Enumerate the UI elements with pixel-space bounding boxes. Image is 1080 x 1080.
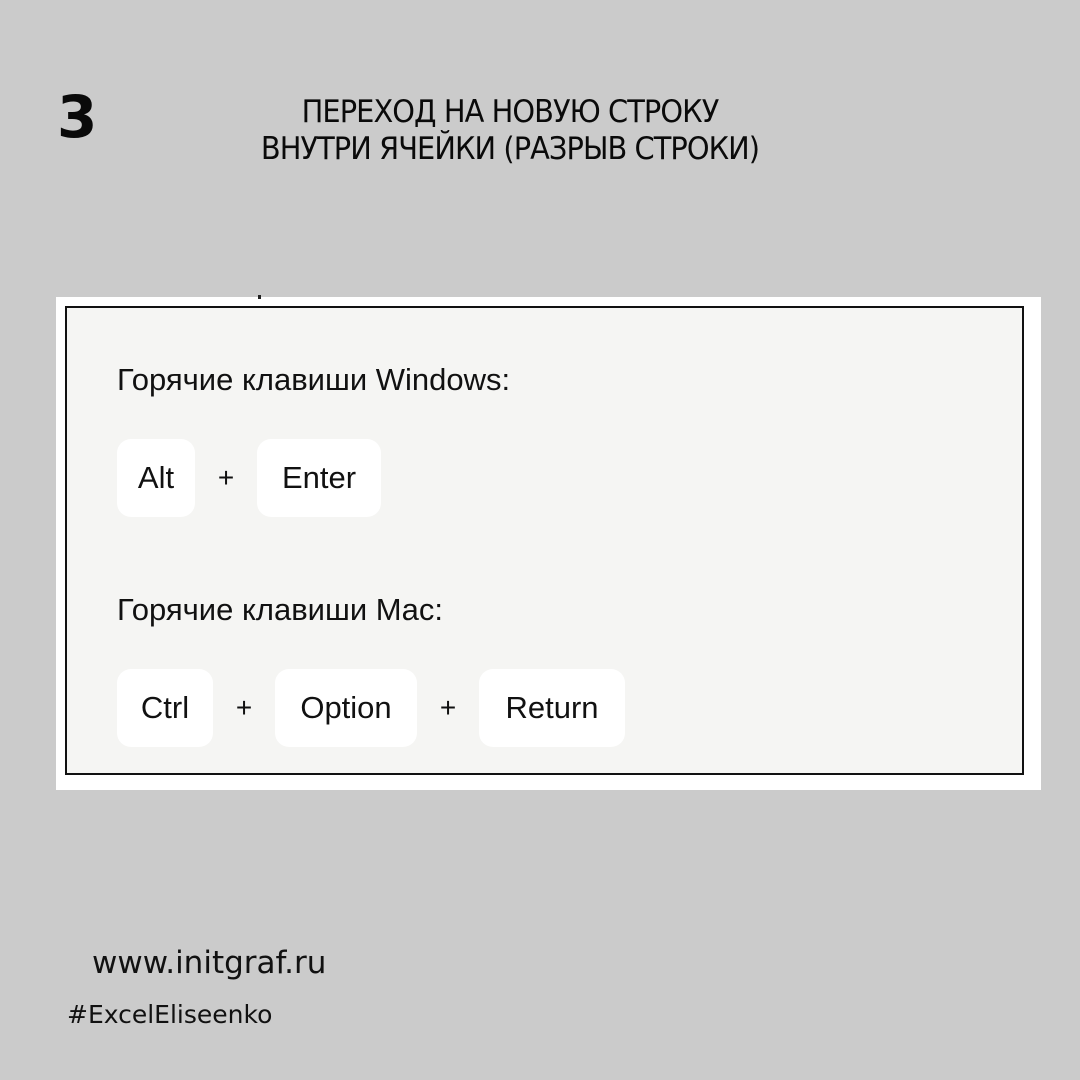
shortcut-panel: Горячие клавиши Windows: Alt + Enter Гор… (65, 306, 1024, 775)
key-option: Option (275, 669, 417, 747)
hashtag: #ExcelEliseenko (67, 1000, 273, 1029)
key-ctrl: Ctrl (117, 669, 213, 747)
title-line-2: ВНУТРИ ЯЧЕЙКИ (РАЗРЫВ СТРОКИ) (260, 131, 760, 167)
mac-heading: Горячие клавиши Mac: (117, 592, 443, 627)
shortcut-card: Горячие клавиши Windows: Alt + Enter Гор… (56, 295, 1041, 790)
windows-shortcut: Alt + Enter (117, 439, 381, 517)
key-enter: Enter (257, 439, 381, 517)
mac-shortcut: Ctrl + Option + Return (117, 669, 625, 747)
windows-heading: Горячие клавиши Windows: (117, 362, 511, 397)
website-link[interactable]: www.initgraf.ru (92, 945, 326, 981)
plus-sign: + (439, 692, 457, 723)
plus-sign: + (217, 462, 235, 493)
artifact-mark (258, 295, 261, 299)
page-title: ПЕРЕХОД НА НОВУЮ СТРОКУ ВНУТРИ ЯЧЕЙКИ (Р… (185, 94, 836, 168)
key-alt: Alt (117, 439, 195, 517)
key-return: Return (479, 669, 625, 747)
title-line-1: ПЕРЕХОД НА НОВУЮ СТРОКУ (301, 94, 720, 130)
plus-sign: + (235, 692, 253, 723)
step-number: 3 (57, 83, 98, 151)
